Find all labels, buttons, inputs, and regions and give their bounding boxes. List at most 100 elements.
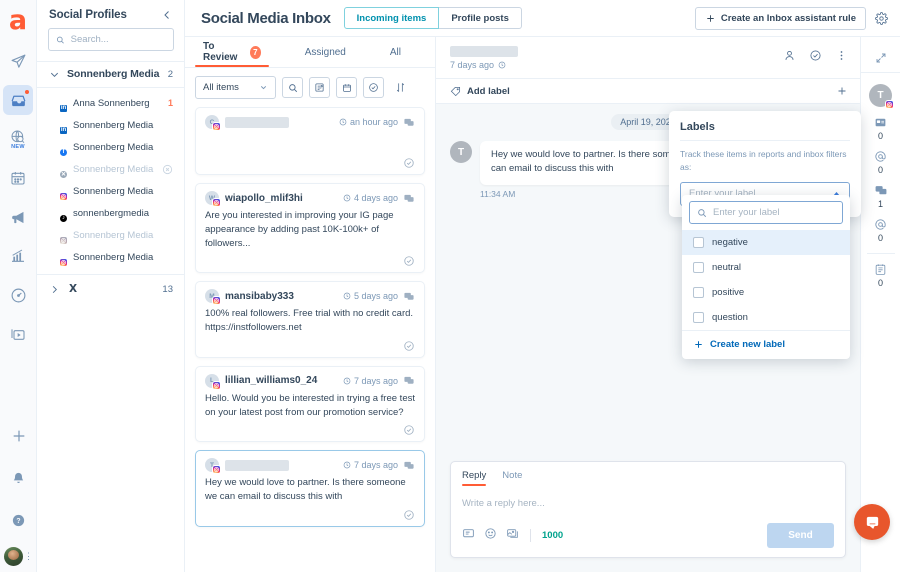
rail-item-campaigns[interactable] [3,202,33,232]
list-item[interactable]: in Sonnenberg Media [37,114,184,136]
tab-to-review[interactable]: To Review 7 [193,37,271,67]
conversation-actions[interactable] [205,340,415,352]
date-filter-button[interactable] [336,77,357,98]
more-menu-icon [840,50,843,60]
list-item[interactable]: ♪ sonnenbergmedia [37,202,184,224]
assign-filter-button[interactable] [309,77,330,98]
stat-at-mentions[interactable]: 0 [874,218,887,243]
tab-reply[interactable]: Reply [462,470,487,486]
tab-assigned[interactable]: Assigned [295,37,356,67]
image-button[interactable] [506,527,519,545]
conversation-actions[interactable] [205,509,415,521]
all-items-select[interactable]: All items [195,76,276,99]
comment-icon [404,194,414,202]
panel-title: Social Profiles [49,9,127,21]
search-input[interactable] [70,34,166,45]
search-box[interactable] [48,28,174,51]
image-icon [507,528,518,538]
plus-icon [707,14,714,22]
app-root: a NEW ? ⋮ Social Profiles Search... Sonn… [0,0,900,572]
checkbox[interactable] [693,237,704,248]
profile-name: Sonnenberg Media [73,229,154,241]
rail-item-calendar[interactable] [3,163,33,193]
checkbox[interactable] [693,262,704,273]
list-item[interactable]: C◎ an hour ago [195,107,425,175]
create-inbox-assistant-rule-button[interactable]: Create an Inbox assistant rule [694,6,866,30]
user-account-menu[interactable]: ⋮ [4,547,33,566]
sort-button[interactable] [390,77,411,98]
tab-profile-posts[interactable]: Profile posts [439,7,522,29]
conversation-list[interactable]: C◎ an hour ago [185,107,435,572]
checkbox[interactable] [693,312,704,323]
conversation-actions[interactable] [205,255,415,267]
rail-item-create[interactable] [4,421,34,451]
rail-item-listening[interactable]: NEW [3,124,33,154]
conversation-actions[interactable] [205,157,415,169]
list-item[interactable]: ◎ Sonnenberg Media [37,246,184,268]
add-label-button[interactable] [836,85,848,97]
stat-mentions[interactable]: 0 [874,150,887,175]
collapse-panel-button[interactable] [161,9,173,21]
stat-value: 1 [877,199,883,209]
send-button[interactable]: Send [767,523,834,548]
reply-input[interactable]: Write a reply here... [462,486,834,523]
conversation-actions[interactable] [205,424,415,436]
reply-composer: Reply Note Write a reply here... 1000 Se… [450,461,846,558]
rail-item-publish[interactable] [3,46,33,76]
list-item[interactable]: W◎ wiapollo_mlif3hi 4 days ago Are you i… [195,183,425,274]
list-item[interactable]: T◎ 7 days ago Hey we would love to partn… [195,450,425,527]
create-new-label-button[interactable]: Create new label [682,330,850,359]
profile-group-count: 2 [167,68,173,80]
stat-comments[interactable]: 1 [874,184,888,209]
mark-done-button[interactable] [809,49,822,67]
list-item[interactable]: in Anna Sonnenberg 1 [37,92,184,114]
search-button[interactable] [282,77,303,98]
add-label-bar[interactable]: Add label [436,78,860,104]
expand-panel-button[interactable] [861,43,900,73]
list-item[interactable]: f Sonnenberg Media [37,136,184,158]
thread-subtitle: 7 days ago [450,60,518,70]
rail-item-notifications[interactable] [4,463,34,493]
label-option-negative[interactable]: negative [682,230,850,255]
rail-item-media-library[interactable] [3,319,33,349]
list-item[interactable]: L◎ lillian_williams0_24 7 days ago Hello… [195,365,425,443]
label-option-question[interactable]: question [682,305,850,330]
tab-incoming-items[interactable]: Incoming items [343,7,440,29]
rail-item-monitoring[interactable] [3,280,33,310]
rail-item-help[interactable]: ? [4,505,34,535]
mention-icon [875,151,886,162]
social-profiles-panel: Social Profiles Sonnenberg Media 2 in An… [37,0,185,572]
stat-notes[interactable]: 0 [874,263,887,288]
support-chat-button[interactable] [854,504,890,540]
mark-done-icon [404,256,414,266]
list-item[interactable]: ◎ Sonnenberg Media [37,224,184,246]
remove-profile-icon[interactable] [162,164,173,175]
profile-group-x[interactable]: X 13 [37,274,184,303]
emoji-icon [485,527,496,539]
stat-posts[interactable]: 0 [874,116,887,141]
disconnected-icon: ✕ [59,169,68,179]
label-option-neutral[interactable]: neutral [682,255,850,280]
list-item[interactable]: ◎ Sonnenberg Media [37,180,184,202]
rail-item-analytics[interactable] [3,241,33,271]
mark-done-icon [810,49,821,61]
rail-item-inbox[interactable] [3,85,33,115]
list-item[interactable]: M◎ mansibaby333 5 days ago 100% real fol… [195,281,425,358]
more-menu-button[interactable] [835,49,848,67]
profile-group-header[interactable]: Sonnenberg Media 2 [37,61,184,87]
label-search-box[interactable]: Enter your label [689,201,843,224]
tab-note[interactable]: Note [502,470,522,486]
profile-avatar[interactable]: T ◎ [869,84,894,109]
tab-all[interactable]: All [380,37,411,67]
snippet-button[interactable] [462,527,475,545]
assign-user-button[interactable] [783,49,796,67]
label-option-positive[interactable]: positive [682,280,850,305]
conversation-meta: 7 days ago [343,375,415,386]
checkbox[interactable] [693,287,704,298]
status-filter-button[interactable] [363,77,384,98]
list-item[interactable]: ✕ Sonnenberg Media [37,158,184,180]
emoji-button[interactable] [484,527,497,545]
settings-button[interactable] [875,11,888,25]
app-logo[interactable]: a [5,7,31,34]
chat-bubble-icon [866,516,878,529]
